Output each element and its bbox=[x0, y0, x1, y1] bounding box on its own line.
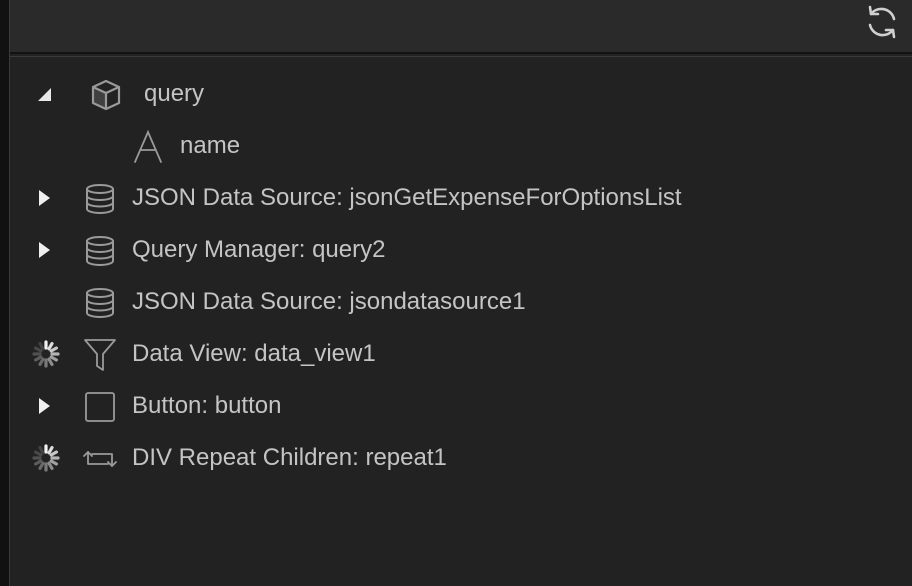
tree-item-label: query bbox=[144, 80, 205, 107]
tree-item-query[interactable]: query bbox=[10, 68, 912, 120]
tree-item-label: JSON Data Source: jsondatasource1 bbox=[132, 288, 526, 315]
square-icon bbox=[82, 389, 118, 425]
filter-icon bbox=[82, 337, 118, 373]
panel-left-border bbox=[0, 0, 10, 586]
cube-icon bbox=[88, 77, 124, 113]
expanded-triangle-icon[interactable] bbox=[32, 82, 56, 106]
database-icon bbox=[82, 285, 118, 321]
database-icon bbox=[82, 233, 118, 269]
tree-item-json-data-source-1[interactable]: JSON Data Source: jsondatasource1 bbox=[10, 276, 912, 328]
collapsed-triangle-icon[interactable] bbox=[32, 238, 56, 262]
repeat-icon bbox=[82, 441, 118, 477]
collapsed-triangle-icon[interactable] bbox=[32, 394, 56, 418]
collapsed-triangle-icon[interactable] bbox=[32, 186, 56, 210]
tree-item-json-data-source-expense[interactable]: JSON Data Source: jsonGetExpenseForOptio… bbox=[10, 172, 912, 224]
tree-item-button[interactable]: Button: button bbox=[10, 380, 912, 432]
data-bindings-panel: query name JSON Data Source: jsonGetExpe… bbox=[0, 0, 912, 586]
tree-item-name[interactable]: name bbox=[10, 120, 912, 172]
tree-item-query-manager[interactable]: Query Manager: query2 bbox=[10, 224, 912, 276]
loading-spinner-icon bbox=[32, 340, 60, 368]
tree-item-label: DIV Repeat Children: repeat1 bbox=[132, 444, 447, 471]
text-letter-icon bbox=[130, 129, 166, 165]
refresh-button[interactable] bbox=[862, 2, 902, 42]
tree-item-label: Query Manager: query2 bbox=[132, 236, 386, 263]
panel-header bbox=[10, 0, 912, 54]
loading-spinner-icon bbox=[32, 444, 60, 472]
database-icon bbox=[82, 181, 118, 217]
tree-item-label: name bbox=[180, 132, 241, 159]
tree-item-data-view[interactable]: Data View: data_view1 bbox=[10, 328, 912, 380]
tree-item-label: Data View: data_view1 bbox=[132, 340, 376, 367]
binding-tree: query name JSON Data Source: jsonGetExpe… bbox=[10, 56, 912, 586]
tree-item-label: Button: button bbox=[132, 392, 282, 419]
tree-item-div-repeat[interactable]: DIV Repeat Children: repeat1 bbox=[10, 432, 912, 484]
refresh-icon bbox=[868, 5, 896, 39]
tree-item-label: JSON Data Source: jsonGetExpenseForOptio… bbox=[132, 184, 682, 211]
